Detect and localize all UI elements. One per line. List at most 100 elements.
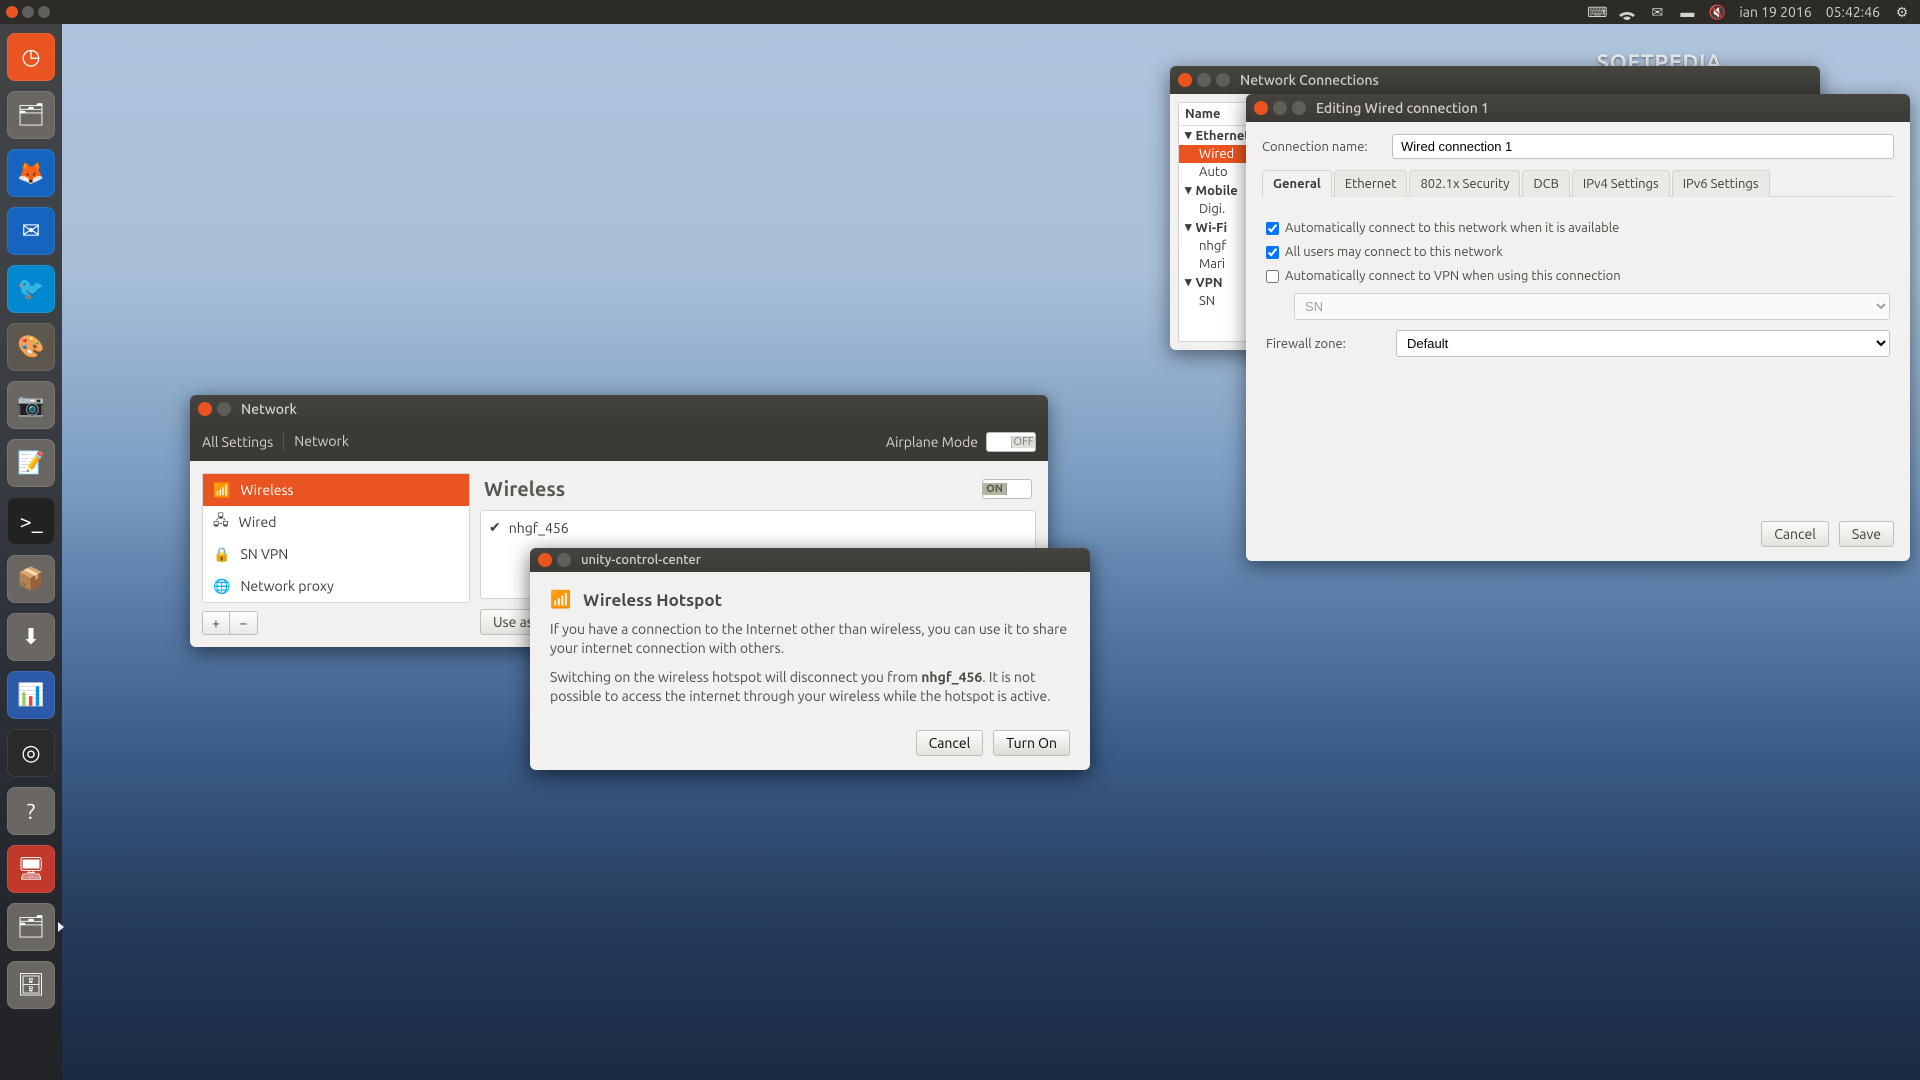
- launcher-thunderbird[interactable]: ✉: [4, 204, 58, 258]
- remove-connection-button[interactable]: −: [230, 611, 258, 635]
- firewall-zone-label: Firewall zone:: [1266, 337, 1386, 351]
- close-button[interactable]: [6, 6, 18, 18]
- crumb-network[interactable]: Network: [273, 433, 349, 451]
- tab-ipv4[interactable]: IPv4 Settings: [1572, 170, 1670, 197]
- text-editor-icon: 📝: [7, 439, 55, 487]
- firewall-zone-select[interactable]: Default: [1396, 330, 1890, 357]
- maximize-icon[interactable]: [1216, 73, 1230, 87]
- connection-name-label: Connection name:: [1262, 140, 1382, 154]
- maximize-icon[interactable]: [1292, 101, 1306, 115]
- close-icon[interactable]: [1178, 73, 1192, 87]
- current-wifi-item[interactable]: ✔ nhgf_456: [489, 519, 1027, 536]
- save-button[interactable]: Save: [1839, 521, 1894, 547]
- launcher-firefox[interactable]: 🦊: [4, 146, 58, 200]
- launcher-deb-installer[interactable]: 📦: [4, 552, 58, 606]
- dialog-paragraph-2: Switching on the wireless hotspot will d…: [550, 668, 1070, 706]
- sidebar-item-vpn[interactable]: 🔒 SN VPN: [203, 538, 469, 570]
- tab-general[interactable]: General: [1262, 170, 1332, 197]
- titlebar-editor[interactable]: Editing Wired connection 1: [1246, 94, 1910, 122]
- wifi-icon: 📶: [213, 482, 230, 499]
- titlebar-dialog[interactable]: unity-control-center: [530, 548, 1090, 572]
- check-icon: ✔: [489, 519, 501, 536]
- titlebar-netconn[interactable]: Network Connections: [1170, 66, 1820, 94]
- close-icon[interactable]: [1254, 101, 1268, 115]
- launcher-desktop-sharing[interactable]: 🖥: [4, 842, 58, 896]
- launcher-downloads[interactable]: ⬇: [4, 610, 58, 664]
- chevron-down-icon: ▾: [1185, 220, 1192, 235]
- launcher-terminal[interactable]: >_: [4, 494, 58, 548]
- panel-indicators: ⌨ ✉ ▬ 🔇 ian 19 2016 05:42:46 ⚙: [1589, 4, 1920, 20]
- launcher-steam[interactable]: ◎: [4, 726, 58, 780]
- connection-name-input[interactable]: [1392, 134, 1894, 159]
- network-indicator[interactable]: [1619, 4, 1635, 20]
- clock-time[interactable]: 05:42:46: [1826, 4, 1880, 20]
- titlebar-network[interactable]: Network: [190, 395, 1048, 423]
- sidebar-item-proxy[interactable]: 🌐 Network proxy: [203, 570, 469, 602]
- launcher-gimp[interactable]: 🎨: [4, 320, 58, 374]
- dash-icon: ◷: [7, 33, 55, 81]
- wireless-toggle[interactable]: ON: [982, 479, 1032, 499]
- launcher-files[interactable]: 🗂: [4, 88, 58, 142]
- autovpn-check[interactable]: Automatically connect to VPN when using …: [1266, 269, 1890, 283]
- dialog-wm-title: unity-control-center: [581, 553, 701, 567]
- wireless-hotspot-dialog: unity-control-center 📶 Wireless Hotspot …: [530, 548, 1090, 770]
- tab-ethernet[interactable]: Ethernet: [1334, 170, 1408, 197]
- launcher-corebird[interactable]: 🐦: [4, 262, 58, 316]
- chevron-down-icon: ▾: [1185, 183, 1192, 198]
- minimize-icon[interactable]: [1197, 73, 1211, 87]
- keyboard-indicator[interactable]: ⌨: [1589, 4, 1605, 20]
- close-icon[interactable]: [538, 553, 552, 567]
- vpn-select[interactable]: SN: [1294, 293, 1890, 320]
- minimize-icon[interactable]: [217, 402, 231, 416]
- minimize-button[interactable]: [22, 6, 34, 18]
- launcher-system-monitor[interactable]: 📊: [4, 668, 58, 722]
- chevron-down-icon: ▾: [1185, 275, 1192, 290]
- airplane-mode-toggle[interactable]: OFF: [986, 432, 1036, 452]
- turn-on-button[interactable]: Turn On: [993, 730, 1070, 756]
- corebird-icon: 🐦: [7, 265, 55, 313]
- launcher-dash[interactable]: ◷: [4, 30, 58, 84]
- network-sidebar: 📶 Wireless 🖧 Wired 🔒 SN VPN 🌐 Network pr…: [202, 473, 470, 635]
- sound-indicator[interactable]: 🔇: [1709, 4, 1725, 20]
- window-title: Editing Wired connection 1: [1316, 100, 1489, 116]
- maximize-button[interactable]: [38, 6, 50, 18]
- tab-ipv6[interactable]: IPv6 Settings: [1672, 170, 1770, 197]
- camera-icon: 📷: [7, 381, 55, 429]
- drawer-icon: 🗄: [7, 961, 55, 1009]
- minimize-icon[interactable]: [557, 553, 571, 567]
- files-icon: 🗂: [7, 91, 55, 139]
- mail-indicator[interactable]: ✉: [1649, 4, 1665, 20]
- breadcrumb: All Settings Network Airplane Mode OFF: [190, 423, 1048, 461]
- ethernet-icon: 🖧: [213, 510, 229, 534]
- add-connection-button[interactable]: +: [202, 611, 230, 635]
- desktop-sharing-icon: 🖥: [7, 845, 55, 893]
- tab-8021x[interactable]: 802.1x Security: [1409, 170, 1520, 197]
- minimize-icon[interactable]: [1273, 101, 1287, 115]
- thunderbird-icon: ✉: [7, 207, 55, 255]
- launcher-drawer[interactable]: 🗄: [4, 958, 58, 1012]
- deb-installer-icon: 📦: [7, 555, 55, 603]
- allusers-check[interactable]: All users may connect to this network: [1266, 245, 1890, 259]
- globe-icon: 🌐: [213, 578, 230, 595]
- close-icon[interactable]: [198, 402, 212, 416]
- autoconnect-check[interactable]: Automatically connect to this network wh…: [1266, 221, 1890, 235]
- clock-date[interactable]: ian 19 2016: [1739, 4, 1811, 20]
- cancel-button[interactable]: Cancel: [1761, 521, 1829, 547]
- sidebar-item-wired[interactable]: 🖧 Wired: [203, 506, 469, 538]
- tab-dcb[interactable]: DCB: [1522, 170, 1569, 197]
- launcher-text-editor[interactable]: 📝: [4, 436, 58, 490]
- cancel-button[interactable]: Cancel: [916, 730, 984, 756]
- gear-icon[interactable]: ⚙: [1894, 4, 1910, 20]
- sidebar-item-wireless[interactable]: 📶 Wireless: [203, 474, 469, 506]
- launcher-help[interactable]: ?: [4, 784, 58, 838]
- launcher-screen-recorder[interactable]: 🗂: [4, 900, 58, 954]
- crumb-all-settings[interactable]: All Settings: [202, 434, 273, 450]
- window-controls-top: [0, 6, 50, 18]
- launcher-camera[interactable]: 📷: [4, 378, 58, 432]
- battery-indicator[interactable]: ▬: [1679, 4, 1695, 20]
- column-name[interactable]: Name: [1185, 107, 1220, 121]
- firefox-icon: 🦊: [7, 149, 55, 197]
- dialog-paragraph-1: If you have a connection to the Internet…: [550, 620, 1070, 658]
- editor-tabs: General Ethernet 802.1x Security DCB IPv…: [1262, 169, 1894, 197]
- network-type-list: 📶 Wireless 🖧 Wired 🔒 SN VPN 🌐 Network pr…: [202, 473, 470, 603]
